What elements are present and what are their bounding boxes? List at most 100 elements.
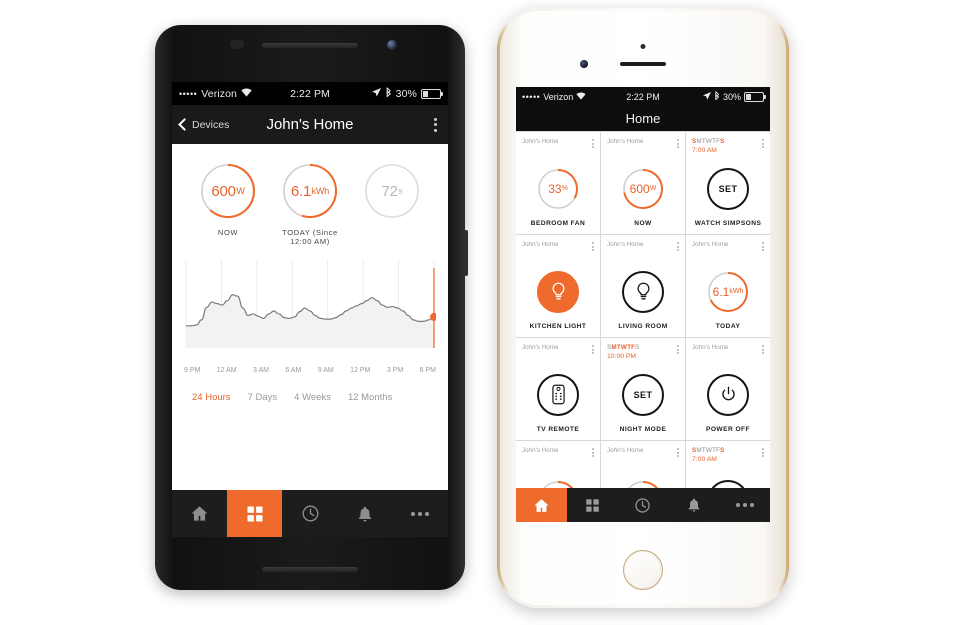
device-tile[interactable]: John's Home 6.1 kWh TODAY xyxy=(686,235,770,337)
tab-home[interactable] xyxy=(172,490,227,537)
device-tile[interactable]: John's Home KITCHEN LIGHT xyxy=(516,235,600,337)
tab-home[interactable] xyxy=(516,488,567,522)
iphone-screen: ••••• Verizon 2:22 PM 30% Home John's Ho… xyxy=(516,87,770,522)
x-tick: 9 AM xyxy=(317,367,334,374)
device-tile-grid: John's Home 33% BEDROOM FAN John's Home 6… xyxy=(516,131,770,522)
tile-gauge-value: 6.1 kWh xyxy=(712,284,744,299)
tile-menu-icon[interactable] xyxy=(762,241,764,252)
tab-history[interactable] xyxy=(282,490,337,537)
tile-menu-icon[interactable] xyxy=(677,138,679,149)
set-button[interactable]: SET xyxy=(622,373,664,416)
grid-icon xyxy=(247,506,263,521)
device-tile[interactable]: John's Home POWER OFF xyxy=(686,338,770,440)
iphone-home-button[interactable] xyxy=(623,550,663,590)
android-content: 600 W 6.1 kWh 72 s NOW TODAY (Since 12:0… xyxy=(172,144,448,490)
wifi-icon xyxy=(576,91,586,102)
carrier-label: Verizon xyxy=(543,91,574,102)
x-tick: 3 AM xyxy=(253,367,269,374)
range-tab-4-weeks[interactable]: 4 Weeks xyxy=(294,392,331,403)
tile-menu-icon[interactable] xyxy=(592,447,594,458)
tile-gauge-value: 33% xyxy=(548,181,568,196)
tile-schedule-time: 10:00 PM xyxy=(607,352,637,360)
time-range-tabs: 24 Hours 7 Days 4 Weeks 12 Months xyxy=(172,372,448,403)
bulb-icon[interactable] xyxy=(622,270,664,313)
signal-dots-icon: ••••• xyxy=(179,88,198,99)
x-tick: 6 AM xyxy=(285,367,302,374)
overflow-menu-icon[interactable] xyxy=(431,115,440,135)
gauge-now[interactable]: 600 W xyxy=(198,161,258,221)
tile-title: WATCH SIMPSONS xyxy=(694,220,762,227)
iphone-proximity-sensor-icon xyxy=(640,44,646,49)
tile-menu-icon[interactable] xyxy=(677,447,679,458)
gauge-today-label: TODAY (Since 12:00 AM) xyxy=(282,228,338,246)
tile-source-label: John's Home xyxy=(522,138,559,145)
gauge-now-value: 600 W xyxy=(211,182,245,200)
tile-gauge: 33% xyxy=(536,167,580,211)
tile-menu-icon[interactable] xyxy=(762,344,764,355)
gauge-label-row: NOW TODAY (Since 12:00 AM) xyxy=(172,228,448,246)
tile-menu-icon[interactable] xyxy=(592,344,594,355)
remote-icon[interactable] xyxy=(537,373,579,416)
android-screen: ••••• Verizon 2:22 PM 30% Devices John's… xyxy=(172,82,448,537)
tab-alerts[interactable] xyxy=(668,488,719,522)
android-bottom-nav xyxy=(172,490,448,537)
page-title: Home xyxy=(625,111,661,126)
tile-menu-icon[interactable] xyxy=(592,241,594,252)
tile-title: NOW xyxy=(634,220,652,227)
device-tile[interactable]: SMTWTFS 7:00 AM SET WATCH SIMPSONS xyxy=(686,132,770,234)
tile-title: NIGHT MODE xyxy=(619,426,667,433)
android-app-bar: Devices John's Home xyxy=(172,105,448,144)
power-icon[interactable] xyxy=(707,373,749,416)
tab-devices[interactable] xyxy=(567,488,618,522)
tile-schedule-time: 7:00 AM xyxy=(692,455,717,463)
screenshot-stage: ••••• Verizon 2:22 PM 30% Devices John's… xyxy=(0,0,961,625)
chart-x-axis: 9 PM 12 AM 3 AM 6 AM 9 AM 12 PM 3 PM 6 P… xyxy=(184,367,436,374)
tile-gauge-value: 600 W xyxy=(629,181,657,196)
tile-menu-icon[interactable] xyxy=(677,344,679,355)
status-time: 2:22 PM xyxy=(290,87,330,100)
iphone-status-bar: ••••• Verizon 2:22 PM 30% xyxy=(516,87,770,106)
gauge-seconds[interactable]: 72 s xyxy=(362,161,422,221)
set-button[interactable]: SET xyxy=(707,167,749,210)
device-tile[interactable]: John's Home LIVING ROOM xyxy=(601,235,685,337)
tile-menu-icon[interactable] xyxy=(762,447,764,458)
tab-alerts[interactable] xyxy=(338,490,393,537)
bulb-icon[interactable] xyxy=(537,270,579,313)
device-tile[interactable]: John's Home 33% BEDROOM FAN xyxy=(516,132,600,234)
tile-menu-icon[interactable] xyxy=(762,138,764,149)
location-arrow-icon xyxy=(371,87,381,100)
tile-menu-icon[interactable] xyxy=(677,241,679,252)
tab-more[interactable] xyxy=(393,490,448,537)
tile-title: LIVING ROOM xyxy=(618,323,668,330)
range-tab-12-months[interactable]: 12 Months xyxy=(348,392,392,403)
tab-history[interactable] xyxy=(618,488,669,522)
gauge-today[interactable]: 6.1 kWh xyxy=(280,161,340,221)
x-tick: 9 PM xyxy=(184,367,201,374)
tab-more[interactable] xyxy=(719,488,770,522)
clock-icon xyxy=(302,505,318,522)
location-arrow-icon xyxy=(702,91,711,102)
more-icon xyxy=(411,511,430,516)
android-sensor-icon xyxy=(230,40,244,49)
iphone-front-camera-icon xyxy=(580,60,588,68)
gauge-seconds-label xyxy=(362,228,422,246)
tile-menu-icon[interactable] xyxy=(592,138,594,149)
chart-svg xyxy=(185,260,438,348)
android-status-bar: ••••• Verizon 2:22 PM 30% xyxy=(172,82,448,105)
energy-area-chart[interactable]: 9 PM 12 AM 3 AM 6 AM 9 AM 12 PM 3 PM 6 P… xyxy=(184,260,438,374)
tile-title: TODAY xyxy=(715,323,741,330)
tab-devices[interactable] xyxy=(227,490,283,537)
bluetooth-icon xyxy=(714,91,720,102)
android-earpiece-speaker xyxy=(262,43,358,48)
device-tile[interactable]: John's Home 600 W NOW xyxy=(601,132,685,234)
device-tile[interactable]: John's Home TV REMOTE xyxy=(516,338,600,440)
range-tab-7-days[interactable]: 7 Days xyxy=(248,392,278,403)
grid-icon xyxy=(585,498,599,512)
tile-title: POWER OFF xyxy=(706,426,750,433)
home-icon xyxy=(191,506,208,521)
bell-icon xyxy=(688,498,700,512)
device-tile[interactable]: SMTWTFS 10:00 PM SET NIGHT MODE xyxy=(601,338,685,440)
x-tick: 6 PM xyxy=(419,367,436,374)
range-tab-24-hours[interactable]: 24 Hours xyxy=(192,392,231,403)
tile-source-label: John's Home xyxy=(522,241,559,248)
